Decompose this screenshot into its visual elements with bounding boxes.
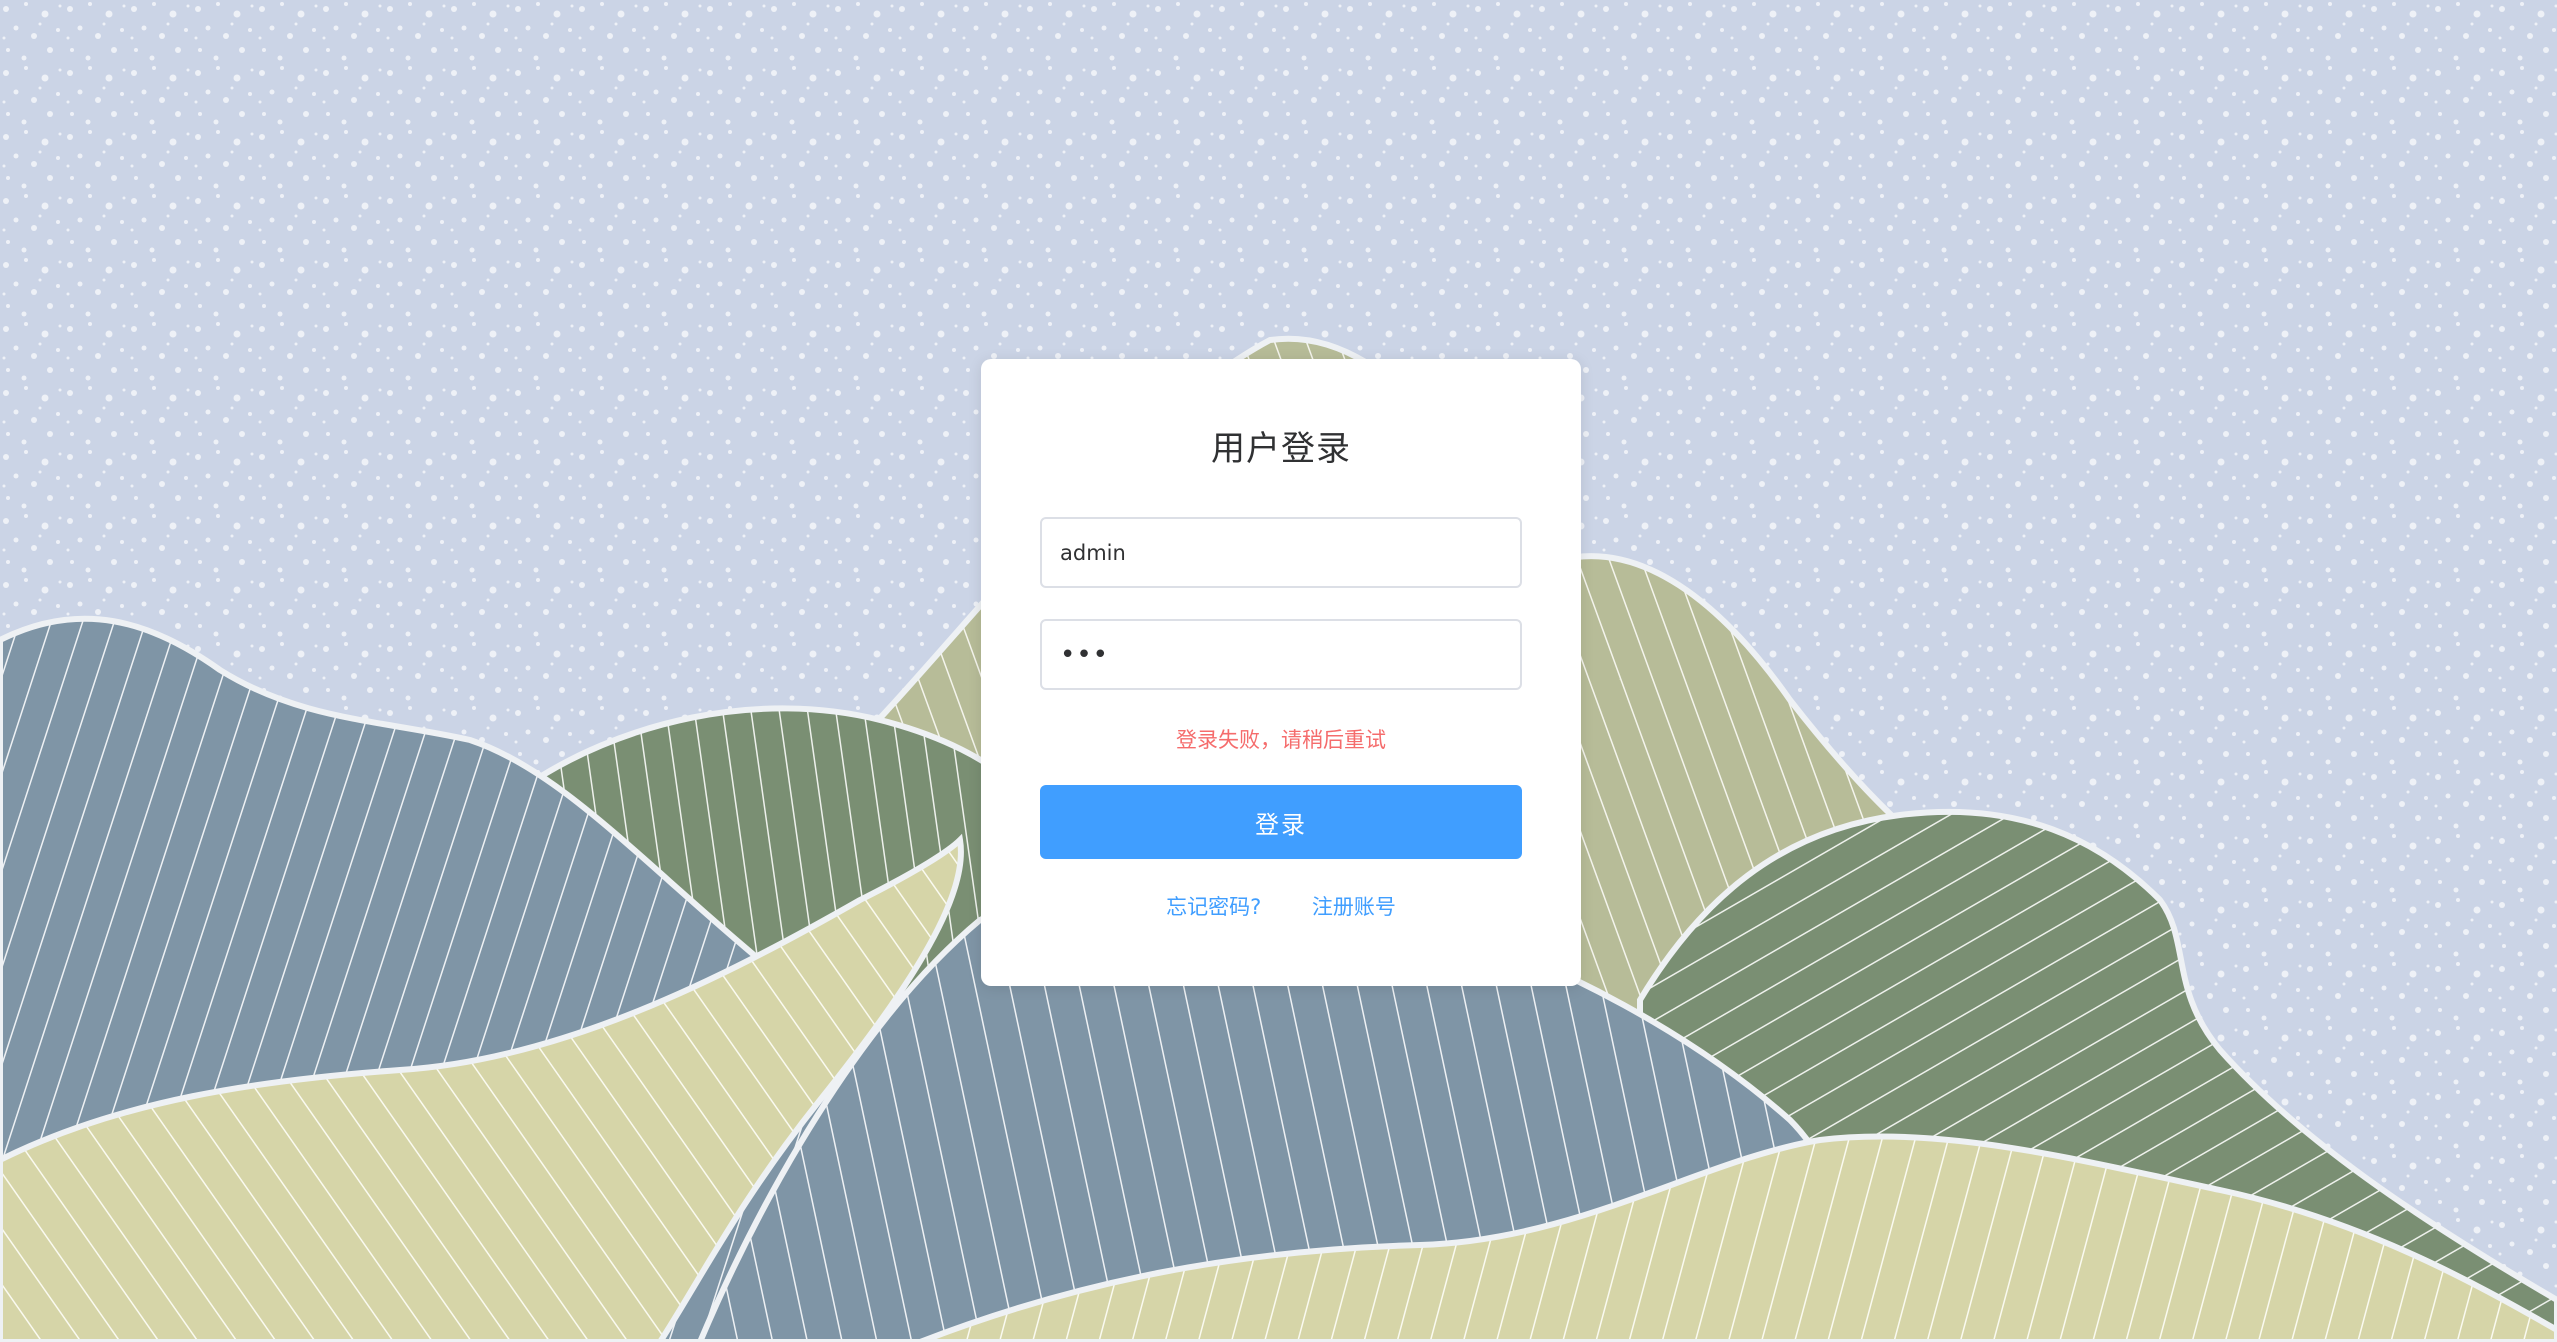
login-card: 用户登录 登录失败，请稍后重试 登录 忘记密码? 注册账号	[981, 359, 1581, 986]
password-input[interactable]	[1040, 619, 1522, 690]
username-input[interactable]	[1040, 517, 1522, 588]
login-title: 用户登录	[1211, 429, 1351, 469]
error-message: 登录失败，请稍后重试	[1176, 728, 1386, 752]
login-button[interactable]: 登录	[1040, 785, 1522, 859]
forgot-password-link[interactable]: 忘记密码?	[1166, 895, 1261, 919]
login-page: 用户登录 登录失败，请稍后重试 登录 忘记密码? 注册账号	[0, 0, 2557, 1342]
register-link[interactable]: 注册账号	[1312, 895, 1396, 919]
auth-links: 忘记密码? 注册账号	[981, 891, 1581, 921]
